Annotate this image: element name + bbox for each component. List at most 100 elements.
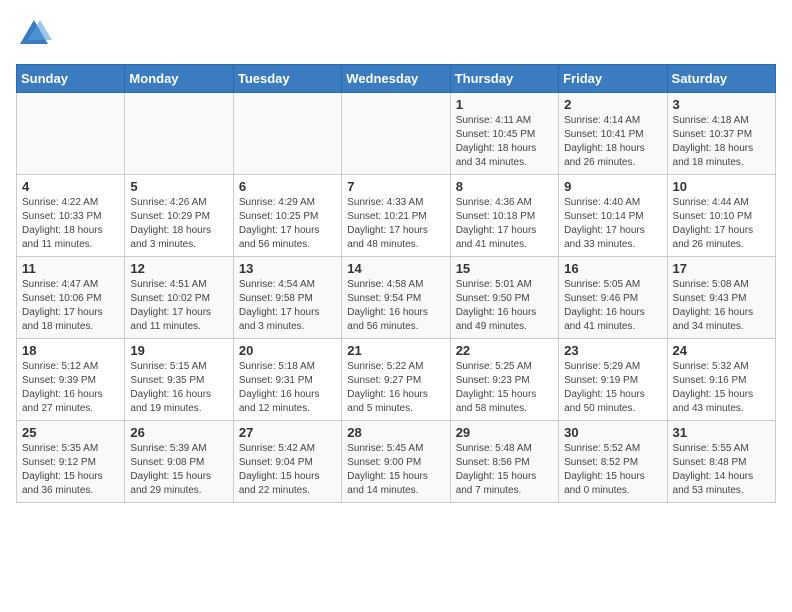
- day-info: Sunrise: 5:29 AM Sunset: 9:19 PM Dayligh…: [564, 360, 661, 416]
- calendar-cell: 14 Sunrise: 4:58 AM Sunset: 9:54 PM Dayli…: [342, 257, 450, 339]
- day-number: 1: [456, 97, 553, 112]
- day-number: 24: [673, 343, 770, 358]
- day-info: Sunrise: 4:47 AM Sunset: 10:06 PM Daylig…: [22, 278, 119, 334]
- day-number: 21: [347, 343, 444, 358]
- calendar-cell: 30Sunrise: 5:52 AM Sunset: 8:52 PM Dayli…: [559, 421, 667, 503]
- week-row-0: 1 Sunrise: 4:11 AM Sunset: 10:45 PM Dayli…: [17, 93, 776, 175]
- day-header-thursday: Thursday: [450, 65, 558, 93]
- calendar-cell: 4 Sunrise: 4:22 AM Sunset: 10:33 PM Dayli…: [17, 175, 125, 257]
- day-info: Sunrise: 5:52 AM Sunset: 8:52 PM Dayligh…: [564, 442, 661, 498]
- calendar-cell: 16 Sunrise: 5:05 AM Sunset: 9:46 PM Dayli…: [559, 257, 667, 339]
- calendar-header: SundayMondayTuesdayWednesdayThursdayFrid…: [17, 65, 776, 93]
- day-info: Sunrise: 5:39 AM Sunset: 9:08 PM Dayligh…: [130, 442, 227, 498]
- day-number: 6: [239, 179, 336, 194]
- day-info: Sunrise: 4:33 AM Sunset: 10:21 PM Daylig…: [347, 196, 444, 252]
- days-of-week-row: SundayMondayTuesdayWednesdayThursdayFrid…: [17, 65, 776, 93]
- day-number: 27: [239, 425, 336, 440]
- week-row-3: 18Sunrise: 5:12 AM Sunset: 9:39 PM Dayli…: [17, 339, 776, 421]
- calendar-cell: [125, 93, 233, 175]
- calendar-cell: 5 Sunrise: 4:26 AM Sunset: 10:29 PM Dayli…: [125, 175, 233, 257]
- calendar-cell: 3 Sunrise: 4:18 AM Sunset: 10:37 PM Dayli…: [667, 93, 775, 175]
- day-info: Sunrise: 5:01 AM Sunset: 9:50 PM Dayligh…: [456, 278, 553, 334]
- day-info: Sunrise: 5:55 AM Sunset: 8:48 PM Dayligh…: [673, 442, 770, 498]
- calendar-body: 1 Sunrise: 4:11 AM Sunset: 10:45 PM Dayli…: [17, 93, 776, 503]
- day-header-sunday: Sunday: [17, 65, 125, 93]
- day-info: Sunrise: 4:11 AM Sunset: 10:45 PM Daylig…: [456, 114, 553, 170]
- day-number: 31: [673, 425, 770, 440]
- day-info: Sunrise: 4:44 AM Sunset: 10:10 PM Daylig…: [673, 196, 770, 252]
- calendar-cell: 26Sunrise: 5:39 AM Sunset: 9:08 PM Dayli…: [125, 421, 233, 503]
- day-number: 19: [130, 343, 227, 358]
- calendar-cell: [233, 93, 341, 175]
- day-number: 5: [130, 179, 227, 194]
- day-info: Sunrise: 5:45 AM Sunset: 9:00 PM Dayligh…: [347, 442, 444, 498]
- day-info: Sunrise: 4:36 AM Sunset: 10:18 PM Daylig…: [456, 196, 553, 252]
- calendar-cell: 12 Sunrise: 4:51 AM Sunset: 10:02 PM Dayl…: [125, 257, 233, 339]
- day-info: Sunrise: 5:05 AM Sunset: 9:46 PM Dayligh…: [564, 278, 661, 334]
- logo: [16, 16, 56, 52]
- day-number: 16: [564, 261, 661, 276]
- calendar-cell: 24 Sunrise: 5:32 AM Sunset: 9:16 PM Dayli…: [667, 339, 775, 421]
- day-number: 13: [239, 261, 336, 276]
- day-number: 28: [347, 425, 444, 440]
- day-header-monday: Monday: [125, 65, 233, 93]
- day-header-friday: Friday: [559, 65, 667, 93]
- calendar-cell: 7 Sunrise: 4:33 AM Sunset: 10:21 PM Dayli…: [342, 175, 450, 257]
- day-header-saturday: Saturday: [667, 65, 775, 93]
- calendar-cell: 15Sunrise: 5:01 AM Sunset: 9:50 PM Dayli…: [450, 257, 558, 339]
- day-info: Sunrise: 5:22 AM Sunset: 9:27 PM Dayligh…: [347, 360, 444, 416]
- day-info: Sunrise: 5:35 AM Sunset: 9:12 PM Dayligh…: [22, 442, 119, 498]
- calendar-cell: 20Sunrise: 5:18 AM Sunset: 9:31 PM Dayli…: [233, 339, 341, 421]
- day-number: 23: [564, 343, 661, 358]
- calendar-cell: 2 Sunrise: 4:14 AM Sunset: 10:41 PM Dayli…: [559, 93, 667, 175]
- day-number: 29: [456, 425, 553, 440]
- calendar-cell: 27 Sunrise: 5:42 AM Sunset: 9:04 PM Dayli…: [233, 421, 341, 503]
- calendar-cell: 29 Sunrise: 5:48 AM Sunset: 8:56 PM Dayli…: [450, 421, 558, 503]
- day-info: Sunrise: 4:54 AM Sunset: 9:58 PM Dayligh…: [239, 278, 336, 334]
- day-number: 18: [22, 343, 119, 358]
- day-number: 11: [22, 261, 119, 276]
- day-number: 7: [347, 179, 444, 194]
- day-info: Sunrise: 4:40 AM Sunset: 10:14 PM Daylig…: [564, 196, 661, 252]
- day-number: 14: [347, 261, 444, 276]
- calendar-cell: [17, 93, 125, 175]
- day-number: 3: [673, 97, 770, 112]
- day-number: 9: [564, 179, 661, 194]
- calendar-cell: 23 Sunrise: 5:29 AM Sunset: 9:19 PM Dayli…: [559, 339, 667, 421]
- day-info: Sunrise: 5:32 AM Sunset: 9:16 PM Dayligh…: [673, 360, 770, 416]
- calendar-cell: 19Sunrise: 5:15 AM Sunset: 9:35 PM Dayli…: [125, 339, 233, 421]
- day-number: 12: [130, 261, 227, 276]
- day-number: 10: [673, 179, 770, 194]
- day-info: Sunrise: 5:08 AM Sunset: 9:43 PM Dayligh…: [673, 278, 770, 334]
- week-row-4: 25 Sunrise: 5:35 AM Sunset: 9:12 PM Dayli…: [17, 421, 776, 503]
- day-info: Sunrise: 4:29 AM Sunset: 10:25 PM Daylig…: [239, 196, 336, 252]
- day-info: Sunrise: 5:48 AM Sunset: 8:56 PM Dayligh…: [456, 442, 553, 498]
- calendar-cell: 1 Sunrise: 4:11 AM Sunset: 10:45 PM Dayli…: [450, 93, 558, 175]
- calendar-table: SundayMondayTuesdayWednesdayThursdayFrid…: [16, 64, 776, 503]
- day-info: Sunrise: 4:26 AM Sunset: 10:29 PM Daylig…: [130, 196, 227, 252]
- calendar-cell: 28 Sunrise: 5:45 AM Sunset: 9:00 PM Dayli…: [342, 421, 450, 503]
- calendar-cell: 9 Sunrise: 4:40 AM Sunset: 10:14 PM Dayli…: [559, 175, 667, 257]
- day-number: 2: [564, 97, 661, 112]
- day-info: Sunrise: 4:14 AM Sunset: 10:41 PM Daylig…: [564, 114, 661, 170]
- day-number: 8: [456, 179, 553, 194]
- header: [16, 16, 776, 52]
- day-info: Sunrise: 5:42 AM Sunset: 9:04 PM Dayligh…: [239, 442, 336, 498]
- calendar-cell: 18Sunrise: 5:12 AM Sunset: 9:39 PM Dayli…: [17, 339, 125, 421]
- day-info: Sunrise: 5:18 AM Sunset: 9:31 PM Dayligh…: [239, 360, 336, 416]
- day-info: Sunrise: 4:58 AM Sunset: 9:54 PM Dayligh…: [347, 278, 444, 334]
- calendar-cell: 25 Sunrise: 5:35 AM Sunset: 9:12 PM Dayli…: [17, 421, 125, 503]
- day-info: Sunrise: 4:22 AM Sunset: 10:33 PM Daylig…: [22, 196, 119, 252]
- calendar-cell: [342, 93, 450, 175]
- calendar-cell: 13 Sunrise: 4:54 AM Sunset: 9:58 PM Dayli…: [233, 257, 341, 339]
- calendar-cell: 10 Sunrise: 4:44 AM Sunset: 10:10 PM Dayl…: [667, 175, 775, 257]
- day-number: 25: [22, 425, 119, 440]
- day-info: Sunrise: 4:18 AM Sunset: 10:37 PM Daylig…: [673, 114, 770, 170]
- calendar-cell: 17Sunrise: 5:08 AM Sunset: 9:43 PM Dayli…: [667, 257, 775, 339]
- day-number: 4: [22, 179, 119, 194]
- day-info: Sunrise: 4:51 AM Sunset: 10:02 PM Daylig…: [130, 278, 227, 334]
- week-row-1: 4 Sunrise: 4:22 AM Sunset: 10:33 PM Dayli…: [17, 175, 776, 257]
- day-number: 22: [456, 343, 553, 358]
- calendar-cell: 31 Sunrise: 5:55 AM Sunset: 8:48 PM Dayli…: [667, 421, 775, 503]
- calendar-cell: 6 Sunrise: 4:29 AM Sunset: 10:25 PM Dayli…: [233, 175, 341, 257]
